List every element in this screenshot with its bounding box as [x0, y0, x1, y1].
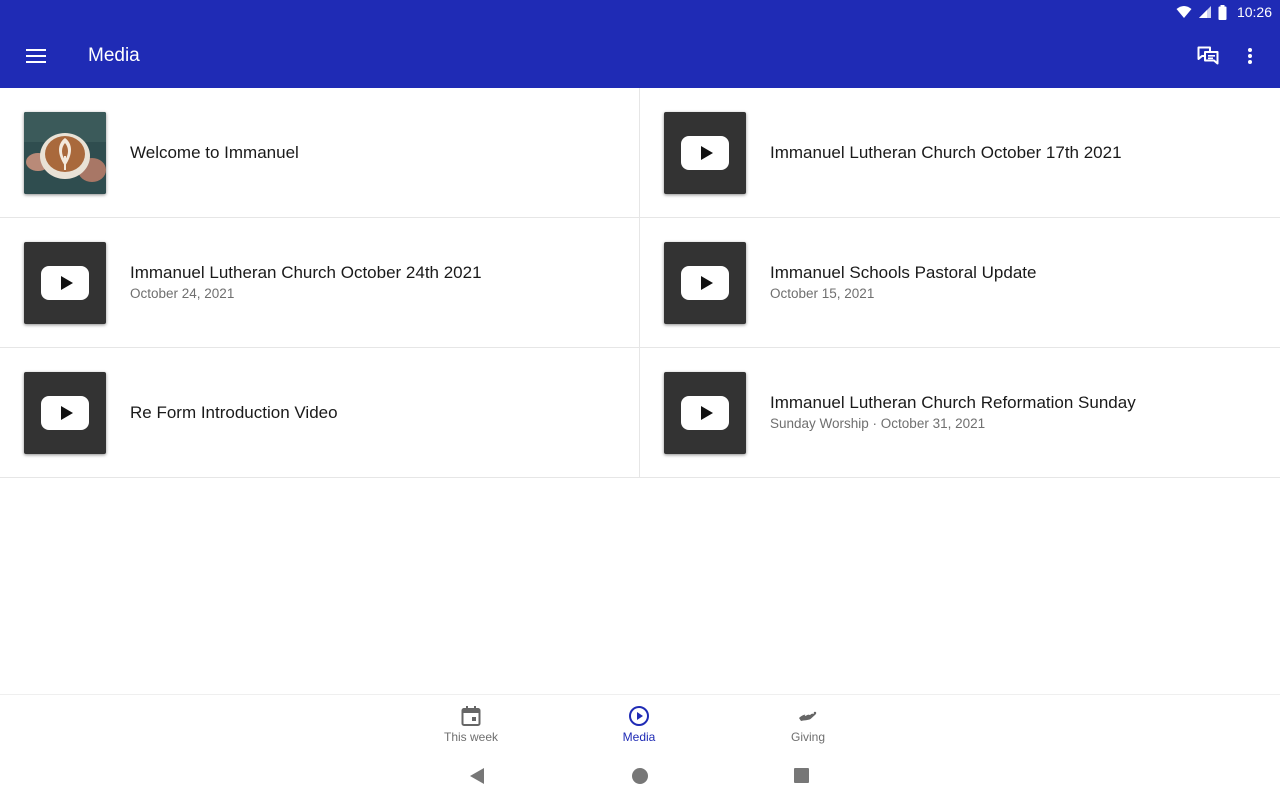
more-vert-icon — [1248, 48, 1252, 64]
media-title: Immanuel Schools Pastoral Update — [770, 262, 1037, 282]
media-title: Immanuel Lutheran Church October 24th 20… — [130, 262, 482, 282]
home-icon[interactable] — [632, 768, 648, 784]
media-subtitle: October 24, 2021 — [130, 285, 235, 301]
media-item[interactable]: Welcome to Immanuel — [0, 88, 640, 217]
cell-signal-icon — [1198, 6, 1211, 18]
media-thumbnail-photo — [24, 112, 106, 194]
media-item[interactable]: Immanuel Lutheran Church October 17th 20… — [640, 88, 1280, 217]
media-item[interactable]: Immanuel Schools Pastoral Update October… — [640, 218, 1280, 347]
back-icon[interactable] — [470, 768, 484, 784]
nav-media[interactable]: Media — [584, 705, 694, 749]
system-navigation-bar — [0, 750, 1280, 800]
media-thumbnail — [24, 372, 106, 454]
media-thumbnail — [664, 112, 746, 194]
media-thumbnail — [664, 372, 746, 454]
media-text: Immanuel Lutheran Church October 24th 20… — [130, 218, 619, 347]
media-title: Re Form Introduction Video — [130, 402, 338, 422]
media-subtitle: Sunday Worship · October 31, 2021 — [770, 415, 986, 431]
media-row: Welcome to Immanuel Immanuel Lutheran Ch… — [0, 88, 1280, 218]
youtube-play-icon — [681, 266, 729, 300]
media-text: Re Form Introduction Video — [130, 348, 619, 477]
nav-label: Media — [622, 730, 656, 744]
hamburger-menu-icon — [26, 49, 46, 63]
media-text: Immanuel Schools Pastoral Update October… — [770, 218, 1260, 347]
media-title: Immanuel Lutheran Church October 17th 20… — [770, 142, 1122, 162]
media-item[interactable]: Immanuel Lutheran Church October 24th 20… — [0, 218, 640, 347]
media-list: Welcome to Immanuel Immanuel Lutheran Ch… — [0, 88, 1280, 478]
page-title: Media — [88, 45, 140, 66]
bottom-navigation: This week Media Giving — [0, 694, 1280, 750]
status-time: 10:26 — [1236, 4, 1272, 20]
nav-label: This week — [443, 730, 499, 744]
menu-button[interactable] — [16, 36, 56, 76]
media-title: Immanuel Lutheran Church Reformation Sun… — [770, 392, 1136, 412]
nav-label: Giving — [790, 730, 825, 744]
media-subtitle: October 15, 2021 — [770, 285, 875, 301]
nav-giving[interactable]: Giving — [753, 705, 863, 749]
media-item[interactable]: Re Form Introduction Video — [0, 348, 640, 477]
wifi-icon — [1176, 6, 1192, 18]
giving-hand-icon — [799, 711, 817, 721]
youtube-play-icon — [681, 136, 729, 170]
messages-button[interactable] — [1188, 36, 1228, 76]
nav-this-week[interactable]: This week — [416, 705, 526, 749]
coffee-cup-photo-icon — [24, 112, 106, 194]
media-thumbnail — [24, 242, 106, 324]
overflow-menu-button[interactable] — [1230, 36, 1270, 76]
media-row: Immanuel Lutheran Church October 24th 20… — [0, 218, 1280, 348]
media-thumbnail — [664, 242, 746, 324]
youtube-play-icon — [681, 396, 729, 430]
youtube-play-icon — [41, 396, 89, 430]
youtube-play-icon — [41, 266, 89, 300]
calendar-icon — [461, 706, 481, 726]
media-item[interactable]: Immanuel Lutheran Church Reformation Sun… — [640, 348, 1280, 477]
media-title: Welcome to Immanuel — [130, 142, 299, 162]
play-circle-icon — [629, 706, 649, 726]
media-text: Immanuel Lutheran Church Reformation Sun… — [770, 348, 1260, 477]
recents-icon[interactable] — [794, 768, 809, 783]
battery-icon — [1218, 4, 1227, 20]
media-text: Immanuel Lutheran Church October 17th 20… — [770, 88, 1260, 217]
status-bar: 10:26 — [0, 0, 1280, 24]
app-bar: Media — [0, 24, 1280, 88]
media-text: Welcome to Immanuel — [130, 88, 619, 217]
chat-bubbles-icon — [1197, 46, 1219, 65]
status-icons: 10:26 — [1176, 0, 1272, 24]
media-row: Re Form Introduction Video Immanuel Luth… — [0, 348, 1280, 478]
